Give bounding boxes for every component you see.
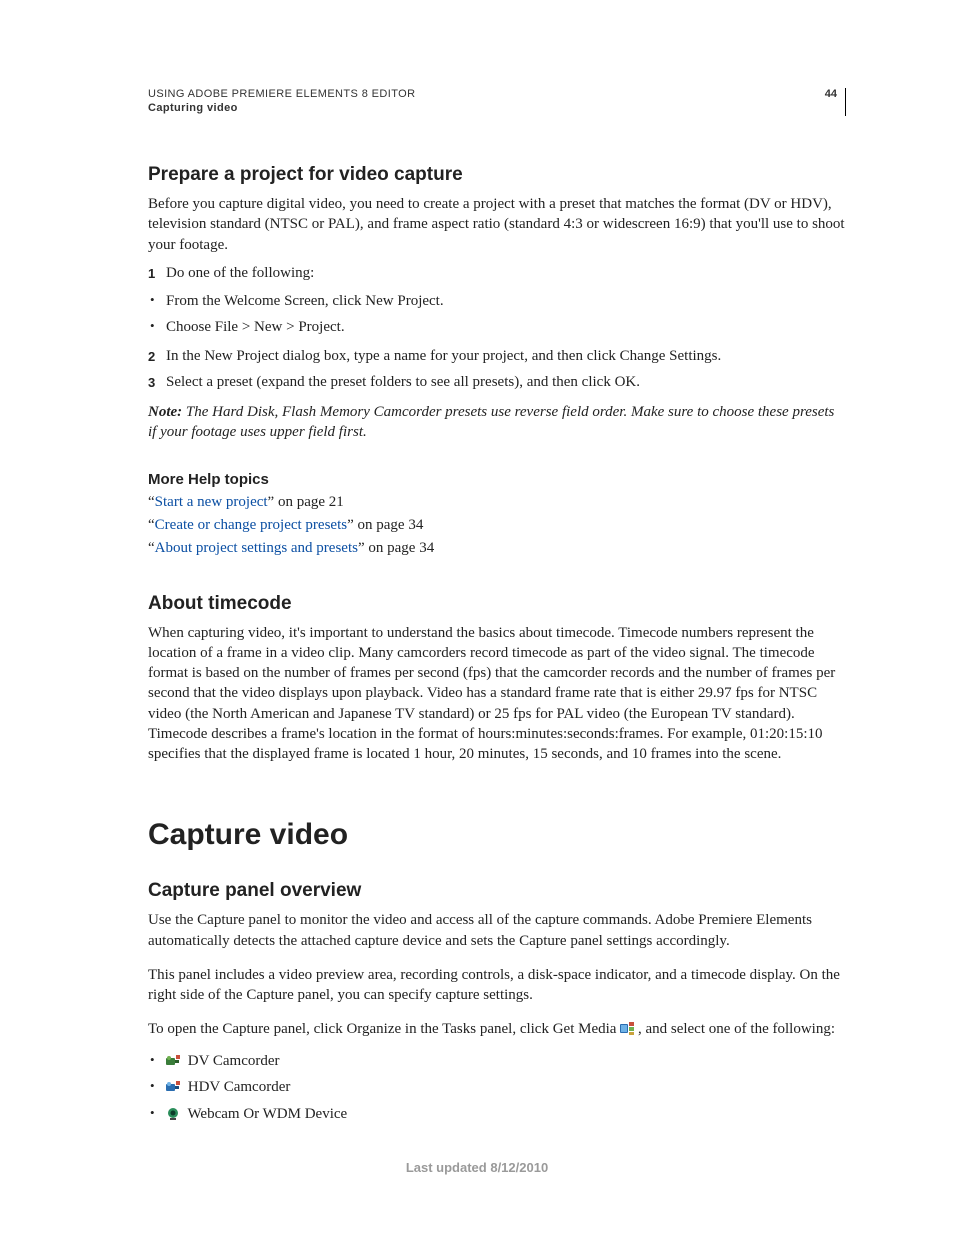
chapter-heading-capture-video: Capture video (148, 818, 846, 852)
numbered-steps: 1Do one of the following: (148, 263, 846, 283)
hdv-camcorder-icon (166, 1081, 180, 1093)
list-item: DV Camcorder (148, 1050, 846, 1073)
webcam-icon (166, 1108, 180, 1120)
step-text: Do one of the following: (166, 265, 314, 281)
paragraph: Before you capture digital video, you ne… (148, 194, 846, 255)
section-heading-prepare: Prepare a project for video capture (148, 164, 846, 186)
note-label: Note: (148, 404, 182, 420)
footer-last-updated: Last updated 8/12/2010 (0, 1160, 954, 1175)
link-start-new-project[interactable]: Start a new project (155, 494, 268, 510)
paragraph: This panel includes a video preview area… (148, 965, 846, 1006)
device-list: DV Camcorder HDV Camcorder Webcam Or WDM… (148, 1050, 846, 1126)
help-topic: “Start a new project” on page 21 (148, 494, 846, 511)
dv-camcorder-icon (166, 1055, 180, 1067)
step-1: 1Do one of the following: (148, 263, 846, 283)
step-3: 3Select a preset (expand the preset fold… (148, 372, 846, 392)
note-paragraph: Note: The Hard Disk, Flash Memory Camcor… (148, 402, 846, 443)
header-rule (845, 88, 846, 116)
step-2: 2In the New Project dialog box, type a n… (148, 346, 846, 366)
link-about-project-settings[interactable]: About project settings and presets (155, 540, 358, 556)
doc-title: USING ADOBE PREMIERE ELEMENTS 8 EDITOR (148, 88, 815, 100)
section-heading-timecode: About timecode (148, 593, 846, 615)
device-label: DV Camcorder (184, 1053, 280, 1069)
bullet-item: From the Welcome Screen, click New Proje… (148, 291, 846, 311)
bullet-item: Choose File > New > Project. (148, 317, 846, 337)
note-text: The Hard Disk, Flash Memory Camcorder pr… (148, 404, 834, 440)
paragraph: To open the Capture panel, click Organiz… (148, 1019, 846, 1039)
running-header: USING ADOBE PREMIERE ELEMENTS 8 EDITOR C… (148, 88, 846, 116)
device-label: Webcam Or WDM Device (184, 1106, 347, 1122)
link-create-change-presets[interactable]: Create or change project presets (155, 517, 347, 533)
list-item: Webcam Or WDM Device (148, 1103, 846, 1126)
paragraph: Use the Capture panel to monitor the vid… (148, 910, 846, 951)
chapter-name: Capturing video (148, 102, 815, 114)
help-topic: “About project settings and presets” on … (148, 540, 846, 557)
numbered-steps: 2In the New Project dialog box, type a n… (148, 346, 846, 393)
get-media-icon (620, 1022, 634, 1035)
help-topic: “Create or change project presets” on pa… (148, 517, 846, 534)
step-text: In the New Project dialog box, type a na… (166, 348, 721, 364)
page-number: 44 (815, 88, 837, 100)
paragraph: When capturing video, it's important to … (148, 623, 846, 765)
more-help-heading: More Help topics (148, 471, 846, 488)
device-label: HDV Camcorder (184, 1079, 290, 1095)
section-heading-capture-panel: Capture panel overview (148, 880, 846, 902)
step-text: Select a preset (expand the preset folde… (166, 374, 640, 390)
list-item: HDV Camcorder (148, 1076, 846, 1099)
sub-bullets: From the Welcome Screen, click New Proje… (148, 291, 846, 338)
